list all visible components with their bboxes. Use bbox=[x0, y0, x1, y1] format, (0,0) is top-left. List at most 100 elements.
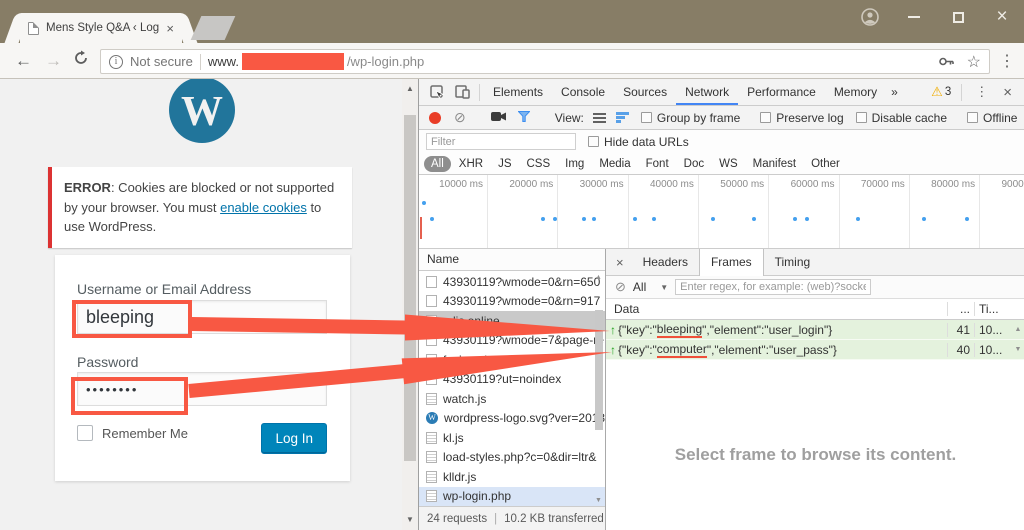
scroll-thumb[interactable] bbox=[595, 310, 603, 430]
network-overview-timeline[interactable]: 10000 ms 20000 ms 30000 ms 40000 ms 50000 ms… bbox=[419, 175, 1024, 249]
username-input[interactable] bbox=[77, 300, 327, 334]
request-row[interactable]: load-styles.php?c=0&dir=ltr& bbox=[419, 448, 605, 468]
scrollbar-thumb[interactable] bbox=[404, 115, 416, 461]
request-row[interactable]: wp-login.php bbox=[419, 486, 605, 506]
request-row[interactable]: 43930119?wmode=7&page-re bbox=[419, 331, 605, 351]
request-row[interactable]: favicon.ico bbox=[419, 350, 605, 370]
close-window-button[interactable]: × bbox=[980, 0, 1024, 34]
list-view-icon[interactable] bbox=[592, 112, 606, 123]
refresh-button[interactable] bbox=[73, 50, 89, 71]
tab-favicon-icon bbox=[28, 21, 39, 35]
preserve-log-checkbox[interactable] bbox=[760, 112, 772, 123]
bookmark-star-icon[interactable]: ☆ bbox=[967, 52, 981, 72]
scrollbar-up-icon[interactable]: ▲ bbox=[402, 81, 418, 97]
detail-tab-frames[interactable]: Frames bbox=[698, 248, 764, 276]
chrome-menu-icon[interactable]: ⋮ bbox=[999, 51, 1015, 71]
devtools-tab-sources[interactable]: Sources bbox=[614, 79, 676, 105]
filter-pill-img[interactable]: Img bbox=[558, 156, 591, 172]
warning-icon[interactable]: ⚠ bbox=[931, 84, 943, 100]
request-row[interactable]: 43930119?wmode=0&rn=917 bbox=[419, 292, 605, 312]
request-row[interactable]: Wwordpress-logo.svg?ver=2013 bbox=[419, 409, 605, 429]
filter-input[interactable] bbox=[426, 133, 576, 150]
info-icon[interactable]: i bbox=[109, 54, 123, 69]
login-button[interactable]: Log In bbox=[261, 423, 327, 454]
browser-tab[interactable]: Mens Style Q&A ‹ Log In × bbox=[20, 13, 182, 43]
hide-data-urls-checkbox[interactable] bbox=[588, 136, 599, 147]
scroll-up-icon[interactable]: ▲ bbox=[592, 274, 605, 281]
scroll-down-icon[interactable]: ▼ bbox=[592, 497, 605, 504]
group-by-frame-label[interactable]: Group by frame bbox=[657, 111, 740, 125]
clear-icon[interactable]: ⊘ bbox=[454, 109, 466, 126]
devtools-tab-network[interactable]: Network bbox=[676, 79, 739, 105]
timeline-request-dot bbox=[965, 217, 969, 221]
filter-pill-doc[interactable]: Doc bbox=[677, 156, 711, 172]
disable-cache-label[interactable]: Disable cache bbox=[872, 111, 947, 125]
filter-pill-js[interactable]: JS bbox=[491, 156, 518, 172]
request-row[interactable]: 43930119?ut=noindex bbox=[419, 370, 605, 390]
offline-checkbox[interactable] bbox=[967, 112, 978, 123]
address-bar[interactable]: i Not secure www. /wp-login.php ☆ bbox=[100, 49, 990, 74]
filter-pill-manifest[interactable]: Manifest bbox=[746, 156, 803, 172]
offline-label[interactable]: Offline bbox=[983, 111, 1017, 125]
password-input[interactable] bbox=[77, 372, 327, 406]
devtools-tab-memory[interactable]: Memory bbox=[825, 79, 886, 105]
minimize-icon bbox=[908, 16, 920, 18]
filter-pill-css[interactable]: CSS bbox=[519, 156, 557, 172]
devtools-tab-console[interactable]: Console bbox=[552, 79, 614, 105]
request-row[interactable]: watch.js bbox=[419, 389, 605, 409]
remember-me-checkbox[interactable] bbox=[77, 425, 93, 441]
forward-button[interactable]: → bbox=[45, 51, 62, 71]
devtools-tab-performance[interactable]: Performance bbox=[738, 79, 825, 105]
frame-row[interactable]: ↑ {"key":" computer ","element":"user_pass"… bbox=[606, 340, 1024, 360]
frames-scroll-up-icon[interactable]: ▲ bbox=[1011, 326, 1024, 333]
page-scrollbar[interactable]: ▲ ▼ bbox=[402, 79, 418, 530]
tabs-overflow-chevron[interactable]: » bbox=[886, 79, 903, 105]
detail-tab-timing[interactable]: Timing bbox=[764, 249, 822, 276]
filter-pill-all[interactable]: All bbox=[424, 155, 451, 172]
length-column-header[interactable]: ... bbox=[947, 302, 974, 316]
record-icon[interactable] bbox=[429, 111, 441, 124]
tab-close-icon[interactable]: × bbox=[166, 22, 174, 35]
inspect-element-icon[interactable] bbox=[430, 84, 445, 100]
name-column-header[interactable]: Name bbox=[419, 249, 605, 271]
devtools-menu-icon[interactable]: ⋮ bbox=[968, 84, 995, 100]
group-by-frame-checkbox[interactable] bbox=[640, 112, 652, 123]
request-row[interactable]: cdis.online bbox=[419, 311, 605, 331]
frames-clear-icon[interactable]: ⊘ bbox=[615, 279, 626, 295]
frames-scroll-down-icon[interactable]: ▼ bbox=[1011, 346, 1024, 353]
screenshot-camera-icon[interactable] bbox=[490, 111, 507, 125]
filter-funnel-icon[interactable] bbox=[517, 110, 531, 125]
detail-tab-headers[interactable]: Headers bbox=[632, 249, 699, 276]
filter-pill-ws[interactable]: WS bbox=[712, 156, 745, 172]
devtools-tab-elements[interactable]: Elements bbox=[484, 79, 552, 105]
device-toolbar-icon[interactable] bbox=[455, 85, 470, 99]
frames-filter-dropdown[interactable]: All ▼ bbox=[633, 280, 668, 294]
profile-icon[interactable] bbox=[848, 0, 892, 34]
filter-pill-other[interactable]: Other bbox=[804, 156, 847, 172]
request-row[interactable]: 43930119?wmode=0&rn=650 bbox=[419, 272, 605, 292]
overview-view-icon[interactable] bbox=[615, 112, 629, 123]
back-button[interactable]: ← bbox=[15, 51, 32, 71]
filter-pill-xhr[interactable]: XHR bbox=[452, 156, 490, 172]
request-row[interactable]: kl.js bbox=[419, 428, 605, 448]
request-row[interactable]: klldr.js bbox=[419, 467, 605, 487]
hide-data-urls-label[interactable]: Hide data URLs bbox=[604, 135, 689, 149]
minimize-button[interactable] bbox=[892, 0, 936, 34]
warning-count[interactable]: 3 bbox=[945, 86, 951, 98]
frames-regex-input[interactable] bbox=[675, 279, 872, 295]
document-file-icon bbox=[426, 295, 437, 308]
request-list-scrollbar[interactable]: ▲ ▼ bbox=[592, 272, 605, 506]
maximize-button[interactable] bbox=[936, 0, 980, 34]
enable-cookies-link[interactable]: enable cookies bbox=[220, 200, 307, 215]
scrollbar-down-icon[interactable]: ▼ bbox=[402, 512, 418, 528]
time-column-header[interactable]: Ti... bbox=[974, 302, 1011, 316]
data-column-header[interactable]: Data bbox=[606, 302, 947, 316]
filter-pill-media[interactable]: Media bbox=[592, 156, 637, 172]
preserve-log-label[interactable]: Preserve log bbox=[776, 111, 843, 125]
frame-row[interactable]: ↑ {"key":" bleeping ","element":"user_login… bbox=[606, 320, 1024, 340]
detail-close-icon[interactable]: × bbox=[606, 255, 632, 270]
devtools-close-icon[interactable]: × bbox=[997, 84, 1018, 101]
filter-pill-font[interactable]: Font bbox=[639, 156, 676, 172]
key-icon[interactable] bbox=[938, 53, 955, 70]
disable-cache-checkbox[interactable] bbox=[855, 112, 867, 123]
